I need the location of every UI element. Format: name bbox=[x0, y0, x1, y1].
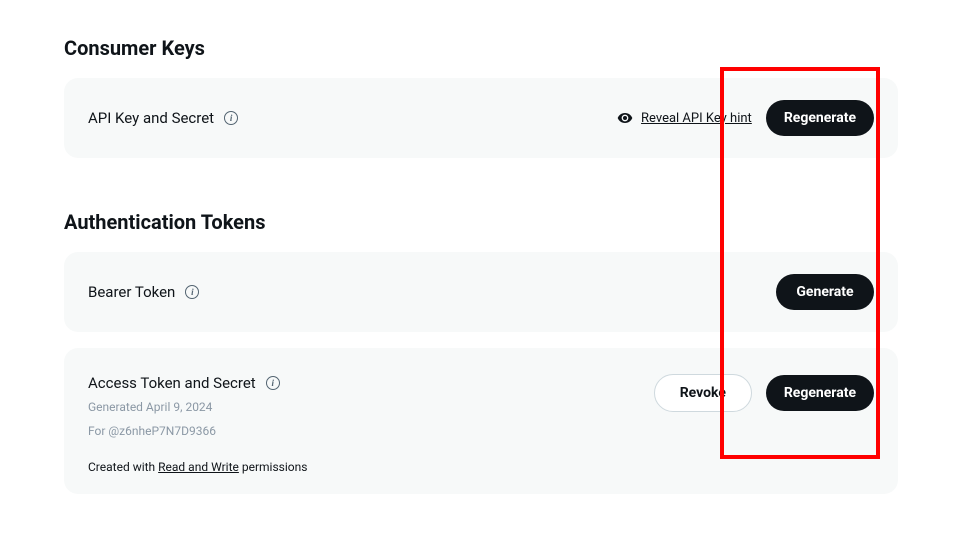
access-token-label: Access Token and Secret bbox=[88, 374, 256, 392]
consumer-keys-title: Consumer Keys bbox=[64, 36, 898, 60]
access-token-generated-text: Generated April 9, 2024 bbox=[88, 398, 638, 416]
eye-icon bbox=[617, 110, 633, 126]
access-token-permissions: Created with Read and Write permissions bbox=[88, 460, 638, 474]
api-key-card: API Key and Secret i Reveal API Key hint… bbox=[64, 78, 898, 158]
info-icon[interactable]: i bbox=[185, 285, 199, 299]
reveal-api-key-link[interactable]: Reveal API Key hint bbox=[617, 110, 752, 126]
access-token-card: Access Token and Secret i Generated Apri… bbox=[64, 348, 898, 494]
info-icon[interactable]: i bbox=[224, 111, 238, 125]
access-token-revoke-button[interactable]: Revoke bbox=[654, 374, 752, 412]
info-icon[interactable]: i bbox=[266, 376, 280, 390]
api-key-regenerate-button[interactable]: Regenerate bbox=[766, 100, 874, 136]
permissions-link[interactable]: Read and Write bbox=[158, 460, 239, 474]
auth-tokens-title: Authentication Tokens bbox=[64, 210, 898, 234]
api-key-label: API Key and Secret bbox=[88, 109, 214, 127]
reveal-link-text: Reveal API Key hint bbox=[641, 111, 752, 126]
access-token-for-text: For @z6nheP7N7D9366 bbox=[88, 422, 638, 440]
bearer-token-card: Bearer Token i Generate bbox=[64, 252, 898, 332]
bearer-token-generate-button[interactable]: Generate bbox=[776, 274, 874, 310]
bearer-token-label: Bearer Token bbox=[88, 283, 175, 301]
access-token-regenerate-button[interactable]: Regenerate bbox=[766, 375, 874, 411]
